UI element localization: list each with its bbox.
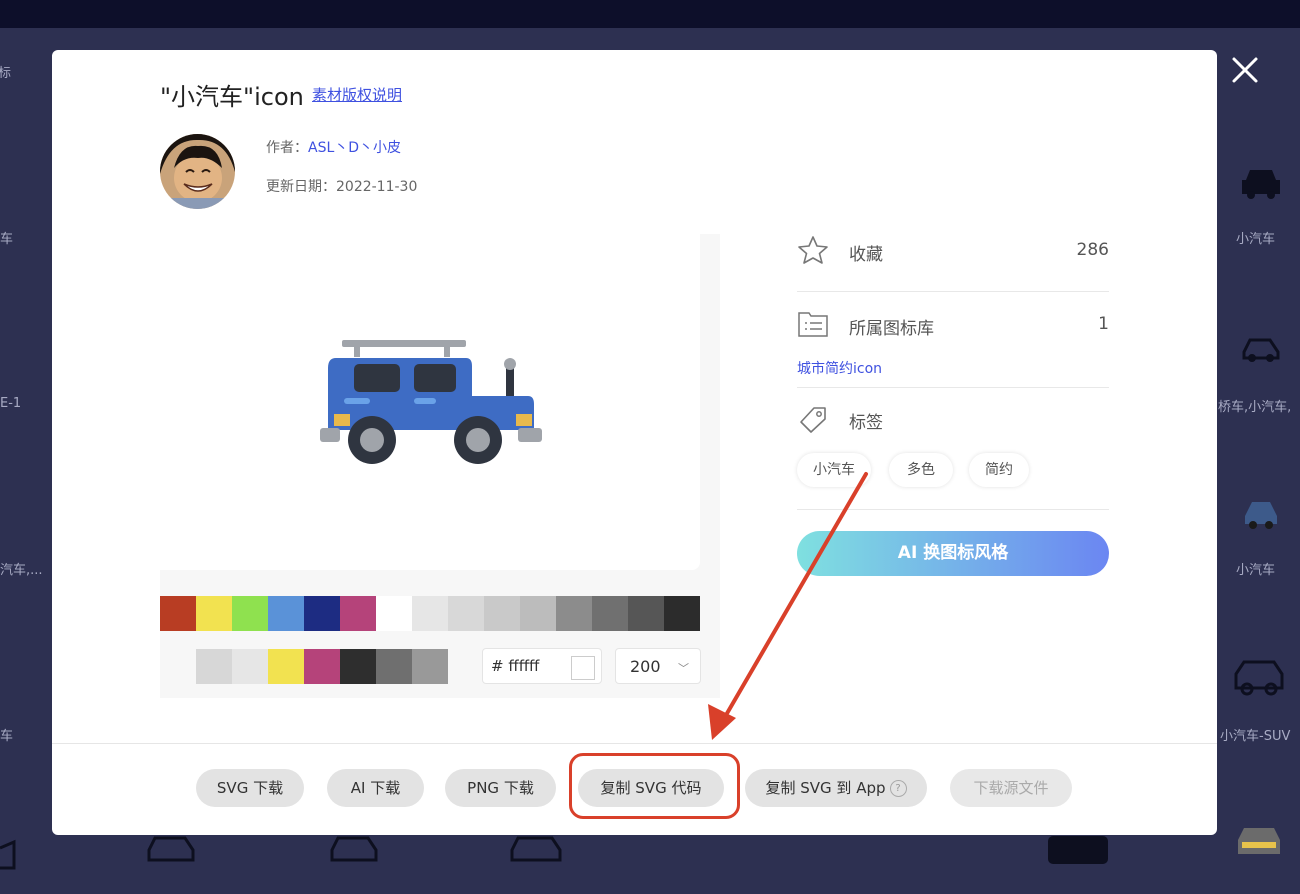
ai-style-button[interactable]: AI 换图标风格	[797, 531, 1109, 576]
size-select[interactable]: 200 ﹀	[615, 648, 701, 684]
date-label: 更新日期：	[266, 179, 336, 195]
hex-text: ffffff	[508, 657, 540, 675]
preview-panel: # ffffff 200 ﹀	[160, 234, 720, 698]
bg-icon-label[interactable]: 汽车,...	[0, 559, 43, 578]
download-source-button[interactable]: 下载源文件	[950, 769, 1072, 807]
divider	[797, 291, 1109, 292]
copy-svg-to-app-label: 复制 SVG 到 App	[765, 779, 886, 797]
tag-chip[interactable]: 小汽车	[797, 453, 871, 487]
icon-library-link[interactable]: 城市简约icon	[797, 358, 882, 378]
bg-icon-label[interactable]: 小汽车-SUV	[1220, 725, 1290, 744]
car-outline-icon[interactable]	[0, 838, 20, 878]
color-swatch[interactable]	[196, 596, 232, 631]
footer-divider	[52, 743, 1217, 744]
hex-value: # ffffff	[491, 657, 539, 675]
ai-download-button[interactable]: AI 下载	[327, 769, 424, 807]
divider	[797, 509, 1109, 510]
library-label: 所属图标库	[849, 319, 934, 339]
png-download-button[interactable]: PNG 下载	[445, 769, 556, 807]
color-swatch[interactable]	[412, 596, 448, 631]
size-value: 200	[630, 657, 661, 676]
color-palette-row-1	[160, 596, 700, 631]
color-swatch[interactable]	[376, 649, 412, 684]
author-name-link[interactable]: ASL丶D丶小皮	[308, 140, 401, 156]
copyright-link[interactable]: 素材版权说明	[312, 84, 402, 105]
color-swatch[interactable]	[376, 596, 412, 631]
library-count: 1	[1098, 314, 1109, 334]
favorite-count: 286	[1076, 240, 1109, 260]
author-label: 作者：	[266, 140, 308, 156]
color-swatch[interactable]	[340, 596, 376, 631]
car-icon[interactable]	[1240, 334, 1282, 364]
color-swatch[interactable]	[628, 596, 664, 631]
icon-preview	[160, 234, 700, 570]
color-swatch[interactable]	[412, 649, 448, 684]
bg-icon-label[interactable]: 标	[0, 62, 11, 81]
star-icon[interactable]	[797, 234, 829, 266]
author-avatar[interactable]	[160, 134, 235, 209]
folder-list-icon	[798, 312, 828, 337]
chevron-down-icon: ﹀	[678, 662, 689, 675]
svg-download-button[interactable]: SVG 下载	[196, 769, 304, 807]
tags-row: 标签	[797, 402, 1109, 438]
color-swatch[interactable]	[196, 649, 232, 684]
color-swatch[interactable]	[268, 649, 304, 684]
copy-svg-code-button[interactable]: 复制 SVG 代码	[578, 769, 724, 807]
car-outline-icon[interactable]	[328, 834, 380, 866]
car-icon[interactable]	[1240, 498, 1282, 532]
favorite-label: 收藏	[849, 245, 883, 265]
color-swatch[interactable]	[232, 596, 268, 631]
color-swatch[interactable]	[160, 596, 196, 631]
jeep-icon	[320, 340, 542, 464]
color-swatch[interactable]	[340, 649, 376, 684]
color-swatch[interactable]	[556, 596, 592, 631]
color-swatch[interactable]	[304, 596, 340, 631]
divider	[797, 387, 1109, 388]
icon-title: "小汽车"icon	[160, 83, 304, 111]
car-icon[interactable]	[1240, 166, 1282, 200]
bg-icon-label[interactable]: 车	[0, 725, 13, 744]
top-navigation-bar	[0, 0, 1300, 28]
hash-symbol: #	[491, 657, 504, 675]
color-swatch[interactable]	[520, 596, 556, 631]
author-line: 作者：ASL丶D丶小皮	[266, 137, 401, 157]
color-sample[interactable]	[571, 656, 595, 680]
bg-icon-label[interactable]: E-1	[0, 396, 21, 411]
tags-label: 标签	[849, 413, 883, 433]
bus-icon[interactable]	[1046, 832, 1110, 868]
copy-svg-to-app-button[interactable]: 复制 SVG 到 App?	[745, 769, 927, 807]
color-swatch[interactable]	[484, 596, 520, 631]
favorite-row[interactable]: 收藏 286	[797, 234, 1109, 270]
tag-chip[interactable]: 简约	[969, 453, 1029, 487]
library-row: 所属图标库 1	[797, 308, 1109, 344]
color-swatch[interactable]	[448, 596, 484, 631]
tag-icon	[800, 407, 826, 433]
icon-detail-modal: "小汽车"icon 素材版权说明 作者：ASL丶D丶小皮 更新日期：2022-1…	[52, 50, 1217, 835]
car-outline-icon[interactable]	[145, 834, 197, 866]
color-swatch[interactable]	[304, 649, 340, 684]
update-date: 更新日期：2022-11-30	[266, 176, 417, 196]
suv-icon[interactable]	[1232, 658, 1286, 698]
car-outline-icon[interactable]	[508, 834, 564, 866]
bg-icon-label[interactable]: 桥车,小汽车,	[1218, 396, 1291, 415]
close-icon[interactable]	[1225, 50, 1265, 90]
car-icon[interactable]	[1232, 824, 1286, 864]
color-swatch[interactable]	[664, 596, 700, 631]
tag-chip[interactable]: 多色	[889, 453, 953, 487]
color-swatch[interactable]	[592, 596, 628, 631]
date-value: 2022-11-30	[336, 179, 418, 195]
color-palette-row-2	[196, 649, 448, 684]
bg-icon-label[interactable]: 小汽车	[1236, 559, 1275, 578]
bg-icon-label[interactable]: 小汽车	[1236, 228, 1275, 247]
color-swatch[interactable]	[268, 596, 304, 631]
color-swatch[interactable]	[232, 649, 268, 684]
hex-color-input[interactable]: # ffffff	[482, 648, 602, 684]
help-icon[interactable]: ?	[889, 780, 907, 797]
bg-icon-label[interactable]: 车	[0, 228, 13, 247]
